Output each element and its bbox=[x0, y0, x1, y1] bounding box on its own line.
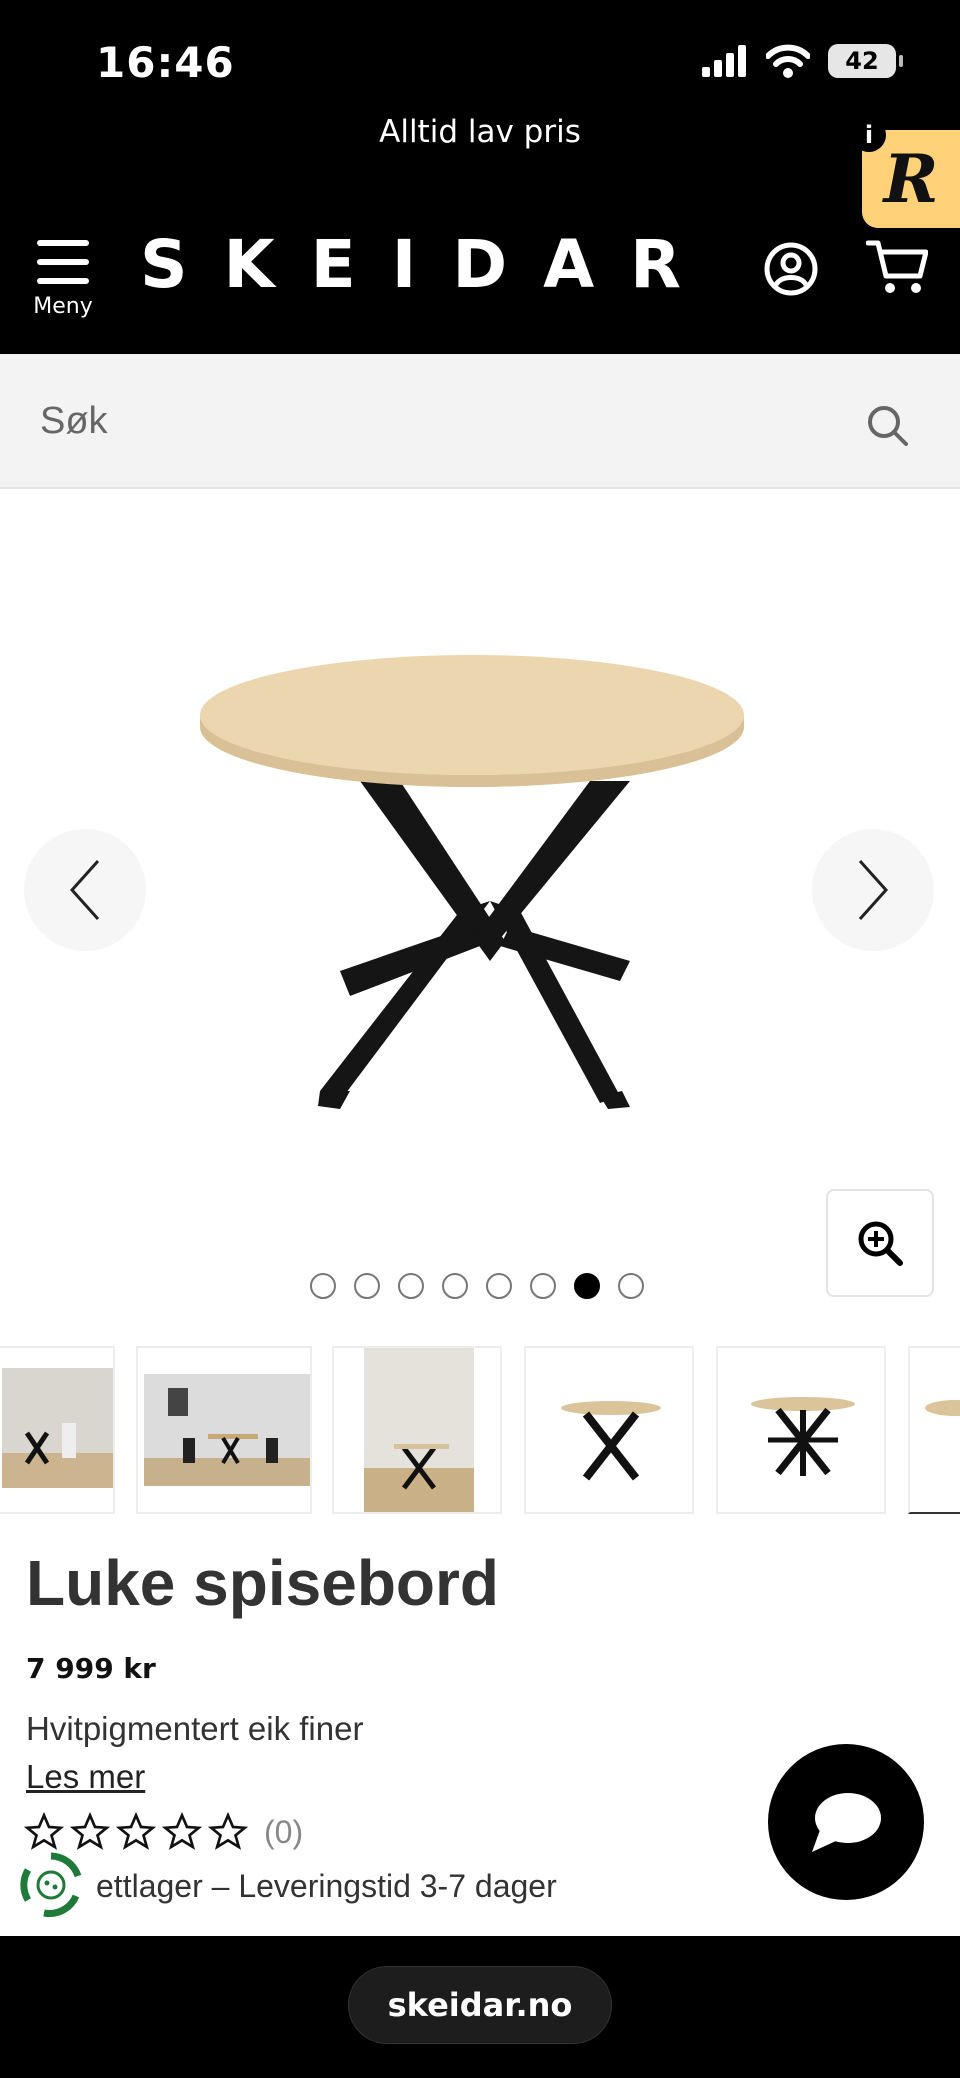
thumbnail-5[interactable] bbox=[716, 1346, 886, 1514]
thumbnail-2[interactable] bbox=[136, 1346, 312, 1514]
browser-bottom-bar: skeidar.no bbox=[0, 1936, 960, 2078]
star-icon bbox=[116, 1812, 156, 1850]
menu-button[interactable]: Meny bbox=[30, 240, 96, 319]
star-icon bbox=[70, 1812, 110, 1850]
read-more-link[interactable]: Les mer bbox=[26, 1758, 145, 1796]
thumbnail-4[interactable] bbox=[524, 1346, 694, 1514]
thumbnail-strip bbox=[0, 1346, 960, 1514]
cart-icon[interactable] bbox=[866, 238, 928, 296]
account-icon[interactable] bbox=[764, 242, 818, 296]
rating-stars[interactable]: (0) bbox=[24, 1812, 303, 1852]
reward-badge-letter: R bbox=[883, 140, 939, 218]
previous-image-button[interactable] bbox=[24, 829, 146, 951]
chat-bubble-icon bbox=[812, 1793, 881, 1852]
signal-icon bbox=[702, 45, 746, 77]
search-bar bbox=[0, 354, 960, 489]
pagination-dot[interactable] bbox=[618, 1273, 644, 1299]
pagination-dot[interactable] bbox=[310, 1273, 336, 1299]
thumbnail-1[interactable] bbox=[0, 1346, 115, 1514]
battery-level: 42 bbox=[845, 47, 879, 75]
chat-button[interactable] bbox=[768, 1744, 924, 1900]
battery-indicator: 42 bbox=[828, 44, 903, 78]
menu-label: Meny bbox=[33, 294, 93, 319]
product-title: Luke spisebord bbox=[26, 1547, 499, 1619]
pagination-dot[interactable] bbox=[574, 1273, 600, 1299]
chevron-right-icon bbox=[858, 859, 889, 921]
hamburger-icon bbox=[37, 240, 89, 284]
pagination-dot[interactable] bbox=[530, 1273, 556, 1299]
pagination-dot[interactable] bbox=[486, 1273, 512, 1299]
status-time: 16:46 bbox=[96, 38, 235, 87]
gallery-pagination bbox=[310, 1273, 644, 1299]
rating-count: (0) bbox=[264, 1813, 304, 1850]
star-icon bbox=[208, 1812, 248, 1850]
next-image-button[interactable] bbox=[812, 829, 934, 951]
product-gallery bbox=[0, 491, 960, 1331]
promo-text: Alltid lav pris bbox=[379, 114, 581, 150]
brand-logo[interactable]: SKEIDAR bbox=[140, 226, 717, 303]
wifi-icon bbox=[766, 44, 810, 78]
stock-status: ettlager – Leveringstid 3-7 dager bbox=[96, 1868, 557, 1904]
zoom-button[interactable] bbox=[826, 1189, 934, 1297]
reward-info-icon[interactable]: i bbox=[852, 118, 886, 152]
product-image[interactable] bbox=[190, 651, 770, 1111]
url-text: skeidar.no bbox=[387, 1986, 573, 2024]
chevron-left-icon bbox=[69, 859, 100, 921]
search-icon[interactable] bbox=[866, 404, 910, 448]
url-bar[interactable]: skeidar.no bbox=[348, 1966, 612, 2044]
thumbnail-6[interactable] bbox=[908, 1346, 960, 1514]
top-header: 16:46 42 Alltid lav pris Meny SKEIDAR bbox=[0, 0, 960, 354]
search-input[interactable] bbox=[40, 388, 840, 454]
star-icon bbox=[162, 1812, 202, 1850]
pagination-dot[interactable] bbox=[354, 1273, 380, 1299]
pagination-dot[interactable] bbox=[398, 1273, 424, 1299]
star-icon bbox=[24, 1812, 64, 1850]
eco-badge-icon[interactable] bbox=[16, 1850, 86, 1920]
thumbnail-3[interactable] bbox=[332, 1346, 502, 1514]
product-material: Hvitpigmentert eik finer bbox=[26, 1710, 364, 1747]
status-icons: 42 bbox=[702, 44, 903, 78]
pagination-dot[interactable] bbox=[442, 1273, 468, 1299]
zoom-in-icon bbox=[858, 1221, 903, 1266]
product-price: 7 999 kr bbox=[26, 1652, 156, 1685]
